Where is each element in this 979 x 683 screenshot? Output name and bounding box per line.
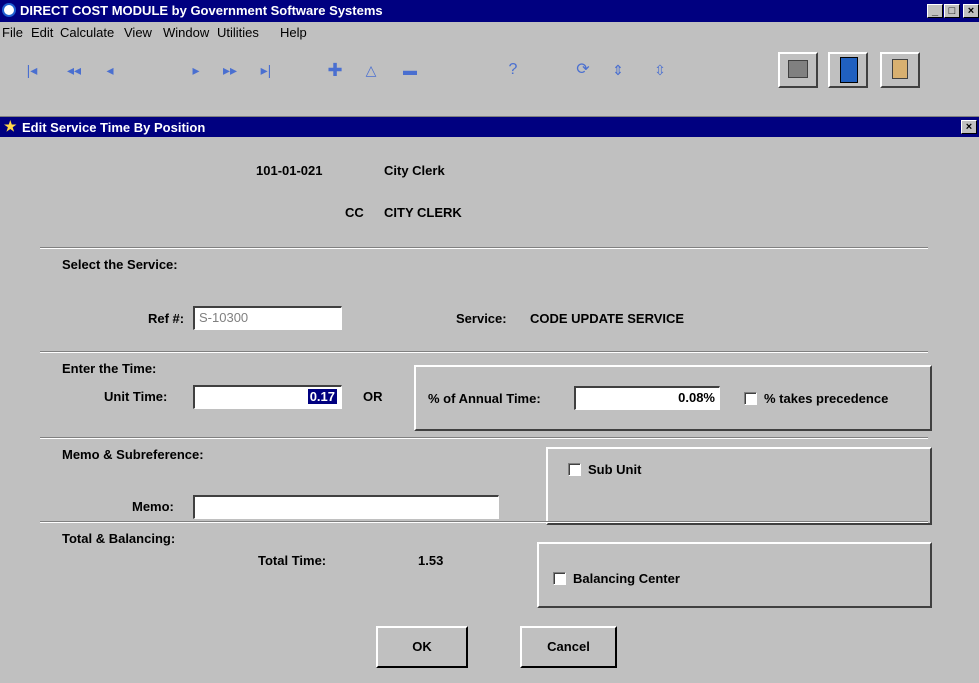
filter-icon[interactable]: ⇳ <box>648 60 672 80</box>
total-time-value: 1.53 <box>418 553 444 568</box>
annual-time-input[interactable]: 0.08% <box>574 386 720 410</box>
clipboard-button[interactable] <box>880 52 920 88</box>
enter-time-label: Enter the Time: <box>62 361 157 376</box>
precedence-checkbox[interactable] <box>744 392 757 405</box>
menu-file[interactable]: File <box>2 25 23 40</box>
unit-time-input[interactable]: 0.17 <box>193 385 342 409</box>
divider <box>40 351 928 353</box>
totals-section-label: Total & Balancing: <box>62 531 176 546</box>
divider <box>40 437 928 439</box>
app-title: DIRECT COST MODULE by Government Softwar… <box>20 3 383 18</box>
divider <box>40 247 928 249</box>
precedence-label: % takes precedence <box>764 391 889 406</box>
dialog-icon: ★ <box>4 118 17 134</box>
menu-utilities[interactable]: Utilities <box>217 25 259 40</box>
dialog-title: Edit Service Time By Position <box>22 120 206 135</box>
divider <box>40 521 928 523</box>
maximize-button[interactable]: □ <box>944 4 960 18</box>
next-record-icon[interactable]: ▸ <box>184 60 208 80</box>
service-label: Service: <box>456 311 507 326</box>
annual-time-label: % of Annual Time: <box>428 391 541 406</box>
sub-unit-group: Sub Unit <box>546 447 932 525</box>
service-name: CODE UPDATE SERVICE <box>530 311 685 326</box>
select-service-label: Select the Service: <box>62 257 178 272</box>
ref-input[interactable]: S-10300 <box>193 306 342 330</box>
menu-window[interactable]: Window <box>163 25 209 40</box>
dept-code: CC <box>345 205 364 220</box>
previous-record-icon[interactable]: ◂ <box>98 60 122 80</box>
position-code: 101-01-021 <box>256 163 323 178</box>
dialog-close-button[interactable]: × <box>961 120 977 134</box>
delete-record-icon[interactable]: ▬ <box>398 60 422 80</box>
dialog-title-bar: ★ Edit Service Time By Position × <box>0 117 979 137</box>
toolbar: |◂ ◂◂ ◂ ▸ ▸▸ ▸| ✚ △ ▬ ? ⟳ ⇕ ⇳ <box>0 42 979 112</box>
menu-view[interactable]: View <box>124 25 152 40</box>
cancel-button[interactable]: Cancel <box>520 626 617 668</box>
next-page-icon[interactable]: ▸▸ <box>218 60 242 80</box>
memo-label: Memo: <box>132 499 174 514</box>
ok-button[interactable]: OK <box>376 626 468 668</box>
total-time-label: Total Time: <box>258 553 327 568</box>
calculator-button[interactable] <box>828 52 868 88</box>
or-label: OR <box>363 389 383 404</box>
app-icon[interactable] <box>2 3 16 17</box>
refresh-icon[interactable]: ⟳ <box>571 60 595 80</box>
app-title-bar: DIRECT COST MODULE by Government Softwar… <box>0 0 979 22</box>
menu-help[interactable]: Help <box>280 25 307 40</box>
sort-icon[interactable]: ⇕ <box>606 60 630 80</box>
menu-calculate[interactable]: Calculate <box>60 25 114 40</box>
balancing-center-checkbox[interactable] <box>553 572 566 585</box>
close-button[interactable]: × <box>963 4 979 18</box>
menu-edit[interactable]: Edit <box>31 25 53 40</box>
sub-unit-label: Sub Unit <box>588 462 642 477</box>
print-button[interactable] <box>778 52 818 88</box>
dept-name: CITY CLERK <box>384 205 462 220</box>
ref-label: Ref #: <box>148 311 185 326</box>
edit-service-time-window: ★ Edit Service Time By Position × 101-01… <box>0 116 979 681</box>
memo-section-label: Memo & Subreference: <box>62 447 204 462</box>
memo-input[interactable] <box>193 495 499 519</box>
unit-time-value: 0.17 <box>307 389 337 404</box>
last-record-icon[interactable]: ▸| <box>254 60 278 80</box>
printer-icon <box>788 60 808 78</box>
previous-page-icon[interactable]: ◂◂ <box>62 60 86 80</box>
edit-record-icon[interactable]: △ <box>359 60 383 80</box>
first-record-icon[interactable]: |◂ <box>20 60 44 80</box>
annual-time-group: % of Annual Time: 0.08% % takes preceden… <box>414 365 932 431</box>
balancing-group: Balancing Center <box>537 542 932 608</box>
sub-unit-checkbox[interactable] <box>568 463 581 476</box>
minimize-button[interactable]: _ <box>927 4 943 18</box>
add-record-icon[interactable]: ✚ <box>323 60 347 80</box>
help-icon[interactable]: ? <box>501 60 525 80</box>
unit-time-label: Unit Time: <box>104 389 168 404</box>
position-name: City Clerk <box>384 163 445 178</box>
balancing-center-label: Balancing Center <box>573 571 680 586</box>
calculator-icon <box>840 57 858 83</box>
menu-bar: File Edit Calculate View Window Utilitie… <box>0 22 979 42</box>
clipboard-icon <box>892 59 908 79</box>
